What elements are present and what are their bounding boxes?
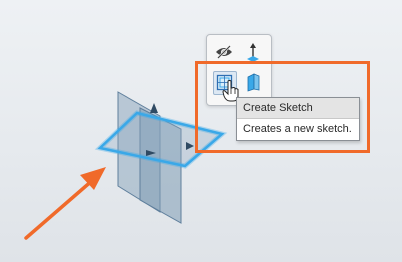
offset-plane-button[interactable] xyxy=(242,71,264,93)
axis-direction-icon xyxy=(247,43,259,62)
toggle-visibility-button[interactable] xyxy=(213,41,235,63)
axis-direction-button[interactable] xyxy=(242,41,264,63)
create-sketch-tooltip: Create Sketch Creates a new sketch. xyxy=(236,97,360,141)
3d-viewport[interactable]: Create Sketch Creates a new sketch. xyxy=(0,0,402,262)
annotation-arrow-shaft xyxy=(24,177,96,240)
eye-visibility-icon xyxy=(216,45,232,59)
axis-arrow-up-icon xyxy=(150,103,158,113)
tooltip-description: Creates a new sketch. xyxy=(243,123,352,135)
tooltip-title: Create Sketch xyxy=(237,98,359,119)
offset-plane-icon xyxy=(247,73,260,92)
